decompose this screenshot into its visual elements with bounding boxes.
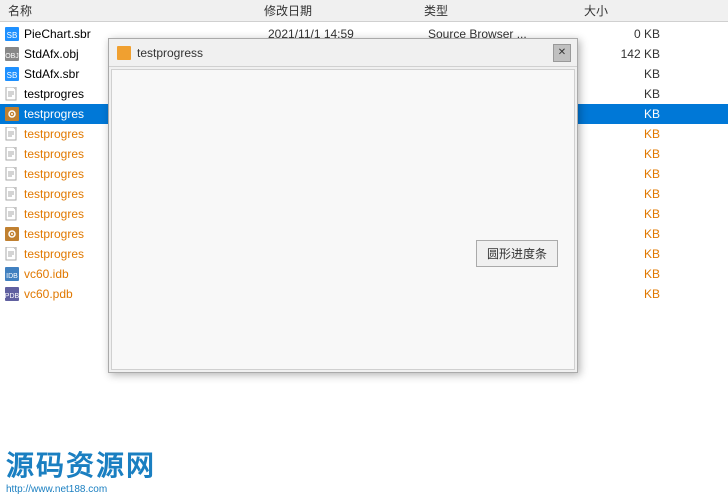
file-icon-doc: [4, 186, 20, 202]
file-icon-doc: [4, 206, 20, 222]
svg-text:SB: SB: [7, 71, 18, 80]
file-icon-obj: OBJ: [4, 46, 20, 62]
modal-title: testprogress: [117, 46, 203, 60]
file-icon-sbr: SB: [4, 66, 20, 82]
watermark: 源码资源网 http://www.net188.com: [6, 451, 156, 495]
file-size: KB: [588, 247, 668, 261]
modal-titlebar: testprogress ✕: [109, 39, 577, 67]
col-type-header: 类型: [424, 2, 584, 19]
file-size: KB: [588, 227, 668, 241]
file-size: KB: [588, 267, 668, 281]
modal-title-text: testprogress: [137, 46, 203, 60]
file-size: KB: [588, 187, 668, 201]
modal-dialog[interactable]: testprogress ✕ 圆形进度条: [108, 38, 578, 373]
file-icon-sbr: SB: [4, 26, 20, 42]
file-icon-doc: [4, 166, 20, 182]
col-size-header: 大小: [584, 2, 664, 19]
file-size: KB: [588, 87, 668, 101]
explorer-window: 名称 修改日期 类型 大小 SBPieChart.sbr2021/11/1 14…: [0, 0, 728, 501]
file-icon-gear: [4, 226, 20, 242]
modal-title-icon: [117, 46, 131, 60]
file-size: KB: [588, 147, 668, 161]
file-size: KB: [588, 107, 668, 121]
file-size: KB: [588, 127, 668, 141]
svg-text:OBJ: OBJ: [5, 53, 19, 60]
svg-text:IDB: IDB: [6, 273, 18, 280]
watermark-url: http://www.net188.com: [6, 484, 156, 495]
file-size: 142 KB: [588, 47, 668, 61]
modal-close-button[interactable]: ✕: [553, 44, 571, 62]
column-headers: 名称 修改日期 类型 大小: [0, 0, 728, 22]
circle-progress-button[interactable]: 圆形进度条: [476, 240, 558, 267]
file-icon-doc: [4, 246, 20, 262]
file-icon-gear: [4, 106, 20, 122]
file-icon-doc: [4, 126, 20, 142]
col-date-header: 修改日期: [264, 2, 424, 19]
svg-text:SB: SB: [7, 31, 18, 40]
file-icon-doc: [4, 86, 20, 102]
watermark-title: 源码资源网: [6, 451, 156, 482]
file-icon-doc: [4, 146, 20, 162]
modal-body: 圆形进度条: [111, 69, 575, 370]
file-size: KB: [588, 67, 668, 81]
svg-text:PDB: PDB: [5, 293, 19, 300]
file-size: KB: [588, 287, 668, 301]
col-name-header: 名称: [4, 2, 264, 19]
file-size: 0 KB: [588, 27, 668, 41]
file-size: KB: [588, 207, 668, 221]
file-icon-idb: IDB: [4, 266, 20, 282]
file-size: KB: [588, 167, 668, 181]
file-icon-pdb: PDB: [4, 286, 20, 302]
